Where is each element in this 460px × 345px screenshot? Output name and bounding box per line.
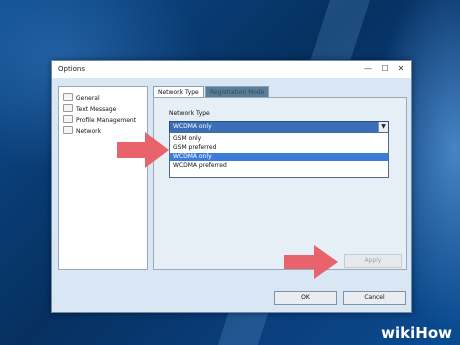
select-value: WCDMA only: [173, 123, 212, 130]
option-wcdma-preferred[interactable]: WCDMA preferred: [170, 162, 388, 170]
apply-button[interactable]: Apply: [344, 254, 402, 268]
sidebar-item-label: Profile Management: [76, 117, 137, 124]
minimize-button[interactable]: —: [361, 63, 375, 75]
ok-button[interactable]: OK: [274, 291, 337, 305]
folder-icon: [63, 126, 73, 134]
network-type-panel: Network Type WCDMA only ▼ GSM only GSM p…: [153, 97, 407, 270]
maximize-button[interactable]: ☐: [378, 63, 392, 75]
settings-tree: General Text Message Profile Management …: [58, 86, 148, 270]
folder-icon: [63, 93, 73, 101]
folder-icon: [63, 104, 73, 112]
network-type-label: Network Type: [169, 110, 210, 117]
option-gsm-only[interactable]: GSM only: [170, 135, 388, 143]
sidebar-item-profile-management[interactable]: Profile Management: [63, 115, 136, 125]
sidebar-item-label: Text Message: [76, 106, 117, 113]
options-dialog: Options — ☐ ✕ General Text Message Profi…: [51, 60, 412, 313]
sidebar-item-text-message[interactable]: Text Message: [63, 104, 116, 114]
arrow-icon-apply: [284, 245, 338, 279]
wikihow-watermark: wikiHow: [381, 324, 452, 342]
folder-icon: [63, 115, 73, 123]
title-bar: Options — ☐ ✕: [52, 61, 411, 78]
dialog-body: General Text Message Profile Management …: [52, 78, 411, 312]
sidebar-item-label: Network: [76, 128, 102, 135]
sidebar-item-network[interactable]: Network: [63, 126, 101, 136]
sidebar-item-label: General: [76, 95, 100, 102]
close-button[interactable]: ✕: [394, 63, 408, 75]
chevron-down-icon[interactable]: ▼: [378, 122, 388, 132]
window-title: Options: [58, 65, 86, 73]
arrow-icon-option: [117, 132, 169, 168]
sidebar-item-general[interactable]: General: [63, 93, 100, 103]
option-wcdma-only[interactable]: WCDMA only: [170, 153, 388, 161]
network-type-dropdown: GSM only GSM preferred WCDMA only WCDMA …: [169, 132, 389, 178]
cancel-button[interactable]: Cancel: [343, 291, 406, 305]
option-gsm-preferred[interactable]: GSM preferred: [170, 144, 388, 152]
